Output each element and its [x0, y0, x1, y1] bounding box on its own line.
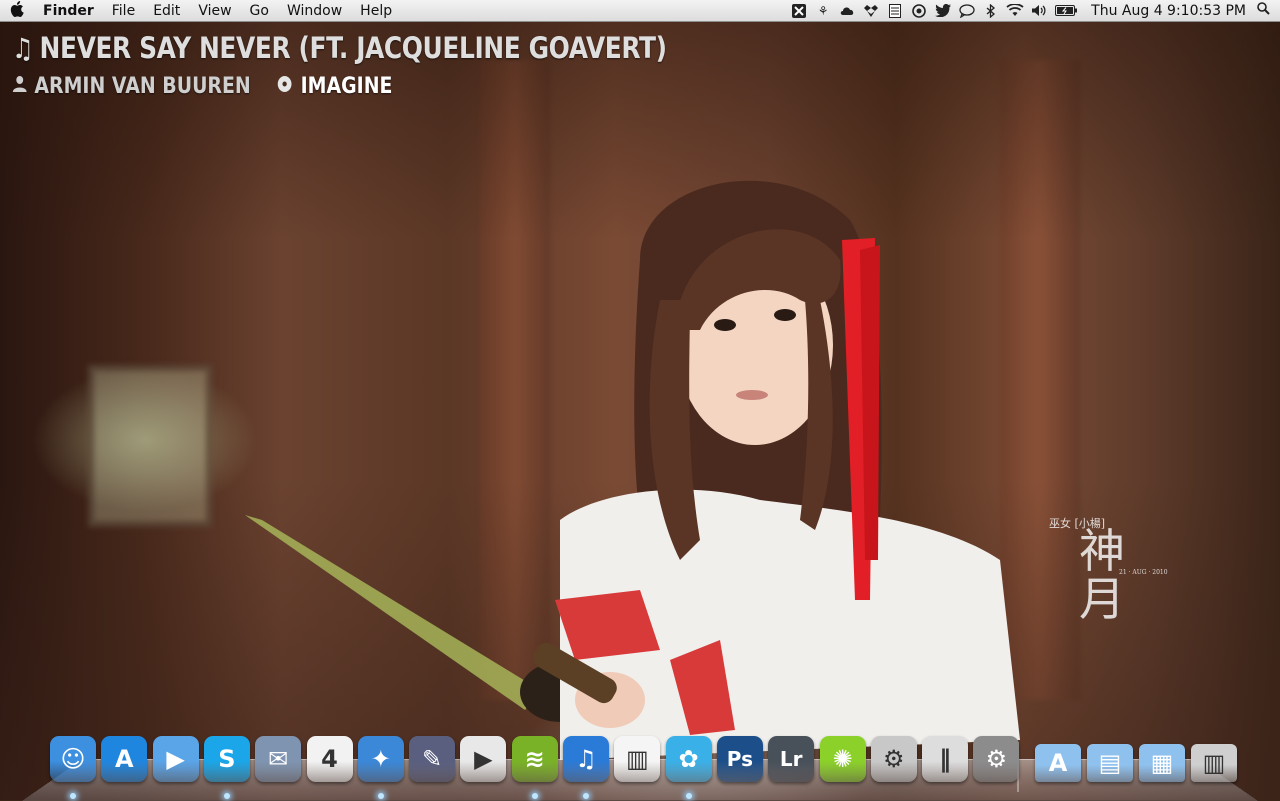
running-indicator	[583, 793, 589, 799]
menu-view[interactable]: View	[189, 0, 240, 22]
downloads-folder-icon[interactable]: ▦	[1139, 744, 1185, 782]
menu-help[interactable]: Help	[351, 0, 401, 22]
parallels-glyph: ‖	[939, 745, 952, 773]
piano-icon[interactable]: ▥	[614, 736, 661, 782]
now-playing-meta-row: ARMIN VAN BUUREN IMAGINE	[12, 70, 667, 102]
applications-folder-icon[interactable]: A	[1035, 744, 1081, 782]
dropbox-icon[interactable]	[862, 3, 880, 19]
apple-logo-icon[interactable]	[0, 0, 34, 21]
speech-bubble-icon[interactable]	[958, 3, 976, 19]
magnifier-icon[interactable]	[1254, 2, 1272, 19]
skype-icon[interactable]: S	[203, 736, 250, 782]
finder-icon[interactable]: ☺	[50, 736, 96, 782]
spotify-glyph: ≋	[524, 745, 545, 773]
calendar-icon[interactable]: 4	[306, 736, 353, 782]
script-editor-glyph: ✎	[422, 745, 443, 773]
downloads-folder-glyph: ▦	[1150, 749, 1174, 777]
trash-icon[interactable]: ▥	[1191, 744, 1237, 782]
photoshop-glyph: Ps	[726, 747, 753, 771]
running-indicator	[531, 793, 538, 799]
system-preferences-glyph: ⚙	[985, 745, 1008, 773]
cloud-icon[interactable]	[838, 3, 856, 19]
menu-window[interactable]: Window	[278, 0, 351, 22]
person-icon	[12, 74, 34, 98]
twitter-icon[interactable]: ✿	[665, 736, 712, 782]
twitter-glyph: ✿	[678, 745, 699, 773]
running-indicator	[70, 793, 76, 799]
notes-icon[interactable]	[886, 3, 904, 19]
app-store-glyph: A	[115, 745, 134, 773]
wallpaper-signature: 巫女 [小楊] 神月 21 · AUG · 2010	[1045, 515, 1168, 623]
mail-glyph: ✉	[268, 745, 289, 773]
skype-glyph: S	[218, 745, 236, 773]
safari-glyph: ✦	[370, 745, 391, 773]
documents-folder-icon[interactable]: ▤	[1087, 744, 1133, 782]
lightroom-icon[interactable]: Lr	[768, 736, 815, 782]
running-indicator	[377, 793, 384, 799]
facetime-icon[interactable]: ▶	[152, 736, 199, 782]
app-store-icon[interactable]: A	[101, 736, 148, 782]
safari-icon[interactable]: ✦	[357, 736, 404, 782]
now-playing-artist: ARMIN VAN BUUREN	[34, 73, 251, 99]
album-disc-icon	[277, 74, 301, 98]
menu-edit[interactable]: Edit	[144, 0, 189, 22]
bluetooth-icon[interactable]	[982, 3, 1000, 19]
signature-date: 21 · AUG · 2010	[1119, 569, 1168, 576]
menu-bar-status: ⚘ Thu Aug 4 9:10:53 PM	[787, 0, 1280, 22]
record-icon[interactable]	[910, 3, 928, 19]
butterfly-icon[interactable]: ⚘	[814, 3, 832, 19]
lime-glyph: ✺	[832, 745, 853, 773]
automator-glyph: ⚙	[883, 745, 905, 773]
piano-glyph: ▥	[625, 745, 649, 773]
lightroom-glyph: Lr	[779, 747, 803, 771]
quicktime-glyph: ▶	[474, 745, 493, 773]
lime-icon[interactable]: ✺	[819, 736, 866, 782]
now-playing-title: NEVER SAY NEVER (FT. JACQUELINE GOAVERT)	[39, 31, 668, 65]
documents-folder-glyph: ▤	[1098, 749, 1122, 777]
spotify-icon[interactable]: ≋	[511, 736, 558, 782]
running-indicator	[223, 793, 230, 799]
now-playing-title-row: ♫ NEVER SAY NEVER (FT. JACQUELINE GOAVER…	[12, 28, 667, 68]
system-preferences-icon[interactable]: ⚙	[973, 736, 1020, 782]
running-indicator	[685, 793, 692, 799]
finder-glyph: ☺	[60, 745, 86, 773]
wallpaper-figure	[0, 0, 1280, 800]
x-app-icon[interactable]	[790, 3, 808, 19]
applications-folder-glyph: A	[1048, 749, 1068, 777]
mail-icon[interactable]: ✉	[255, 736, 302, 782]
parallels-icon[interactable]: ‖	[922, 736, 969, 782]
photoshop-icon[interactable]: Ps	[716, 736, 763, 782]
now-playing-album: IMAGINE	[300, 73, 393, 99]
menu-bar: Finder File Edit View Go Window Help ⚘ T…	[0, 0, 1280, 22]
dock: ☺ A ▶ S ✉ 4 ✦ ✎ ▶ ≋ ♫ ▥ ✿ Ps Lr ✺ ⚙ ‖ ⚙ A ▤ ▦ ▥	[50, 736, 1240, 800]
itunes-icon[interactable]: ♫	[563, 736, 609, 782]
quicktime-icon[interactable]: ▶	[460, 736, 507, 782]
itunes-glyph: ♫	[575, 745, 597, 773]
trash-glyph: ▥	[1202, 749, 1226, 777]
twitter-icon[interactable]	[934, 3, 952, 19]
menu-bar-left: Finder File Edit View Go Window Help	[0, 0, 401, 22]
volume-icon[interactable]	[1030, 3, 1048, 19]
menu-bar-clock[interactable]: Thu Aug 4 9:10:53 PM	[1091, 3, 1246, 19]
battery-icon[interactable]	[1054, 3, 1078, 19]
music-note-icon: ♫	[12, 31, 34, 65]
script-editor-icon[interactable]: ✎	[409, 736, 456, 782]
wifi-icon[interactable]	[1006, 3, 1024, 19]
calendar-glyph: 4	[321, 745, 338, 773]
menu-go[interactable]: Go	[241, 0, 278, 22]
facetime-glyph: ▶	[166, 745, 185, 773]
automator-icon[interactable]: ⚙	[870, 736, 917, 782]
now-playing-widget: ♫ NEVER SAY NEVER (FT. JACQUELINE GOAVER…	[12, 28, 773, 102]
menu-file[interactable]: File	[103, 0, 144, 22]
menu-app-finder[interactable]: Finder	[34, 0, 103, 22]
